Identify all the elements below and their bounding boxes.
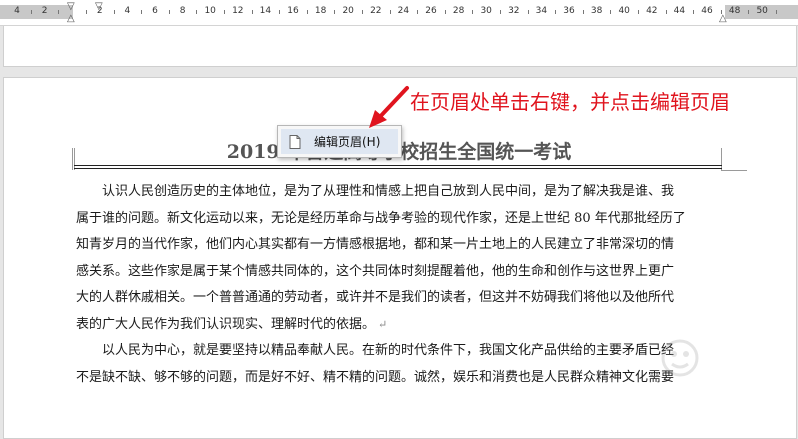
ruler-tick [776,10,777,14]
text-line: 表的广大人民作为我们认识现实、理解时代的依据。 ↵ [76,316,388,332]
ruler-tick [86,10,87,14]
ruler-tick [500,10,501,14]
ruler-tick [251,10,253,14]
first-line-indent-marker[interactable]: ▽ [67,2,75,12]
red-arrow-icon [369,86,409,128]
ruler-tick [389,10,391,14]
ruler-tick [306,10,308,14]
ruler-tick [113,10,115,14]
horizontal-ruler[interactable]: 4 2 2 4 6 8 10 12 14 16 18 20 22 24 26 28 30 32 34 36 38 40 42… [0,0,798,26]
header-corner-mark-right-h [721,170,747,171]
ruler-tick [141,10,143,14]
ruler-tick [58,10,60,14]
ruler-tick [582,10,584,14]
header-rule [74,165,722,166]
ruler-number: 44 [673,6,686,16]
ruler-tick [472,10,474,14]
ruler-tick [610,10,612,14]
ruler-tick [527,10,529,14]
ruler-number: 46 [701,6,713,16]
ruler-tick [417,10,419,14]
ruler-number: 22 [370,6,382,16]
ruler-tick [638,10,639,14]
ruler-tick [168,10,170,14]
ruler-number: 16 [287,6,299,16]
text-line: 感关系。这些作家是属于某个情感共同体的，这个共同体时刻提醒着他，他的生命和创作与… [76,263,675,279]
ruler-number: 32 [508,6,520,16]
left-indent-marker[interactable]: △ [67,14,75,24]
document-body[interactable]: 认识人民创造历史的主体地位，是为了从理性和情感上把自己放到人民中间，是为了解决我… [76,179,724,391]
ruler-left-margin [0,5,73,19]
instruction-annotation: 在页眉处单击右键，并点击编辑页眉 [410,90,730,114]
ruler-number: 8 [179,6,186,16]
edit-header-label: 编辑页眉(H) [314,135,381,149]
ruler-tick [362,10,363,14]
ruler-tick [693,10,695,14]
ruler-tick [555,10,557,14]
ruler-tick [444,10,446,14]
ruler-number: 20 [342,6,354,16]
ruler-number: 42 [646,6,658,16]
ruler-number: 34 [535,6,548,16]
ruler-number: 28 [452,6,465,16]
edit-header-menu-item[interactable]: 编辑页眉(H) [281,129,398,154]
ruler-number: 18 [314,6,327,16]
ruler-tick [30,10,32,14]
previous-page [3,26,797,67]
watermark-logo-icon [661,339,699,377]
ruler-number: 38 [590,6,603,16]
ruler-tick [334,10,336,14]
ruler-number: 26 [425,6,437,16]
ruler-number: 10 [204,6,216,16]
ruler-tick [224,10,225,14]
ruler-tick [279,10,281,14]
ruler-number: 12 [232,6,244,16]
ruler-number: 14 [259,6,272,16]
text-line: 属于谁的问题。新文化运动以来，无论是经历革命与战争考验的现代作家，还是上世纪 8… [76,210,686,226]
ruler-number: 48 [728,6,741,16]
text-line: 认识人民创造历史的主体地位，是为了从理性和情感上把自己放到人民中间，是为了解决我… [102,184,675,199]
ruler-number: 30 [480,6,492,16]
ruler-number: 24 [397,6,410,16]
ruler-number: 4 [124,6,131,16]
header-rule-double [74,168,722,169]
text-line: 知青岁月的当代作家，他们内心其实都有一方情感根据地，都和某一片土地上的人民建立了… [76,237,675,252]
right-indent-marker[interactable]: △ [719,14,727,24]
text-line: 以人民为中心，就是要坚持以精品奉献人民。在新的时代条件下，我国文化产品供给的主要… [102,343,675,358]
ruler-tick [196,10,198,14]
text-line: 大的人群休戚相关。一个普普通通的劳动者，或许并不是我们的读者，但这并不妨碍我们将… [76,290,675,305]
ruler-number: 50 [756,6,768,16]
ruler-number: 40 [618,6,630,16]
ruler-number: 36 [563,6,575,16]
ruler-number: 2 [41,6,48,16]
ruler-number: 4 [14,6,20,16]
hanging-indent-marker[interactable]: ▽ [95,2,103,12]
text-line: 不是缺不缺、够不够的问题，而是好不好、精不精的问题。诚然，娱乐和消费也是人民群众… [76,369,675,385]
ruler-number: 6 [152,6,158,16]
ruler-tick [748,10,750,14]
paragraph-mark: ↵ [378,317,388,331]
ruler-tick [665,10,667,14]
document-icon [288,134,302,150]
